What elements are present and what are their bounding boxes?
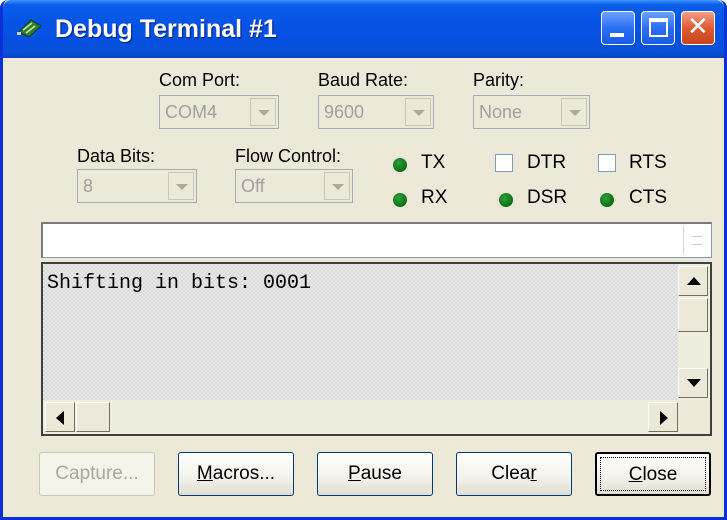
close-button[interactable]: Close [595, 452, 711, 496]
pause-label-post: ause [360, 463, 402, 484]
vertical-scroll-thumb[interactable] [678, 298, 708, 332]
parity-label: Parity: [473, 70, 525, 90]
baud-rate-value: 9600 [324, 102, 365, 122]
flow-control-select[interactable]: Off [235, 169, 353, 203]
macros-label-post: acros... [212, 463, 276, 484]
scroll-left-button[interactable] [45, 402, 75, 432]
clear-label-key: r [530, 463, 537, 484]
com-port-label: Com Port: [159, 70, 241, 90]
tx-led-icon [393, 158, 407, 172]
minimize-icon [610, 33, 624, 37]
parity-value: None [479, 102, 523, 122]
scroll-up-button[interactable] [678, 266, 708, 296]
pause-label-key: P [348, 463, 361, 484]
scroll-right-button[interactable] [648, 402, 678, 432]
baud-rate-select[interactable]: 9600 [318, 95, 434, 129]
arrow-right-icon [660, 411, 668, 425]
scrollbar-corner [678, 400, 710, 434]
window-title: Debug Terminal #1 [55, 15, 277, 43]
rts-checkbox[interactable] [598, 154, 616, 172]
cts-label: CTS [629, 187, 667, 208]
chevron-down-icon[interactable] [561, 98, 587, 126]
maximize-button[interactable] [641, 11, 675, 45]
chevron-down-icon[interactable] [324, 172, 350, 200]
dsr-led-icon [499, 193, 513, 207]
com-port-select[interactable]: COM4 [159, 95, 279, 129]
scroll-down-button[interactable] [678, 368, 708, 398]
rx-label: RX [421, 187, 448, 208]
pause-button-label: Pause [348, 463, 402, 484]
arrow-down-icon [687, 379, 701, 387]
terminal-output[interactable]: Shifting in bits: 0001 [41, 262, 712, 436]
chevron-down-icon[interactable] [405, 98, 431, 126]
clear-label-pre: Clea [491, 463, 531, 484]
arrow-left-icon [56, 411, 64, 425]
chevron-down-icon[interactable] [250, 98, 276, 126]
flow-control-label: Flow Control: [235, 146, 342, 166]
horizontal-scrollbar[interactable] [43, 400, 680, 434]
arrow-up-icon [687, 277, 701, 285]
baud-rate-label: Baud Rate: [318, 70, 409, 90]
rx-led-icon [393, 193, 407, 207]
resize-grip-icon[interactable] [683, 226, 709, 254]
macros-button-label: Macros... [197, 463, 275, 484]
minimize-button[interactable] [601, 11, 635, 45]
transmit-input[interactable] [41, 222, 712, 258]
com-port-value: COM4 [165, 102, 218, 122]
dtr-checkbox[interactable] [495, 154, 513, 172]
tx-label: TX [421, 152, 446, 173]
cts-led-icon [600, 193, 614, 207]
parity-select[interactable]: None [473, 95, 590, 129]
maximize-icon [649, 18, 668, 37]
dtr-label: DTR [527, 152, 567, 173]
close-label-post: lose [642, 464, 678, 485]
dsr-label: DSR [527, 187, 568, 208]
pause-button[interactable]: Pause [317, 452, 433, 496]
macros-label-key: M [196, 463, 213, 484]
close-window-button[interactable]: ✕ [681, 11, 715, 45]
data-bits-label: Data Bits: [77, 146, 156, 166]
macros-button[interactable]: Macros... [178, 452, 294, 496]
close-button-label: Close [629, 464, 678, 485]
close-label-key: C [628, 464, 643, 485]
horizontal-scroll-thumb[interactable] [76, 402, 110, 432]
clear-button[interactable]: Clear [456, 452, 572, 496]
clear-button-label: Clear [491, 463, 536, 484]
close-icon: ✕ [687, 12, 709, 42]
rts-label: RTS [629, 152, 667, 173]
debug-terminal-window: Debug Terminal #1 ✕ Com Port: Baud Rate:… [0, 0, 727, 520]
capture-button-label: Capture... [55, 463, 139, 484]
data-bits-value: 8 [83, 176, 94, 196]
terminal-text: Shifting in bits: 0001 [47, 272, 312, 295]
flow-control-value: Off [241, 176, 265, 196]
vertical-scrollbar[interactable] [678, 264, 710, 400]
chevron-down-icon[interactable] [168, 172, 194, 200]
title-bar[interactable]: Debug Terminal #1 ✕ [3, 0, 724, 58]
data-bits-select[interactable]: 8 [77, 169, 197, 203]
app-icon [17, 19, 42, 38]
capture-button[interactable]: Capture... [39, 452, 155, 496]
